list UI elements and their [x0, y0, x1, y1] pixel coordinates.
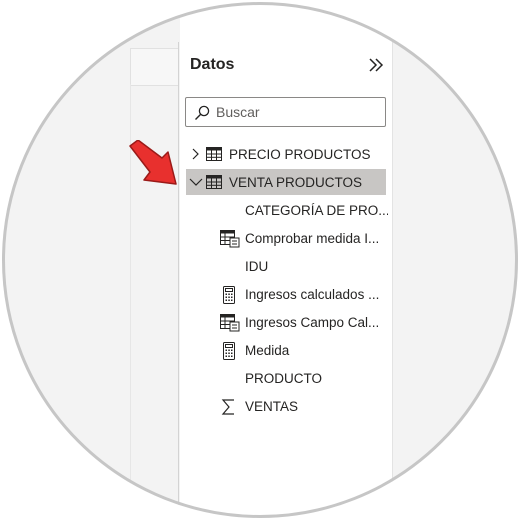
field-comprobar-medida[interactable]: Comprobar medida I... — [220, 227, 388, 251]
field-label: VENTAS — [245, 399, 299, 414]
adjacent-pane — [392, 42, 518, 518]
calculator-icon — [223, 342, 235, 360]
data-pane: Datos Buscar PRECIO PRODUCTOS VENTA PROD… — [180, 42, 392, 518]
field-label: PRODUCTO — [245, 371, 323, 386]
report-canvas — [2, 2, 180, 518]
field-label: Ingresos calculados ... — [245, 287, 380, 302]
screenshot-frame: Datos Buscar PRECIO PRODUCTOS VENTA PROD… — [2, 2, 518, 518]
search-input[interactable] — [216, 102, 381, 122]
table-precio-productos[interactable]: PRECIO PRODUCTOS — [186, 141, 386, 167]
search-icon — [195, 105, 210, 120]
table-label: VENTA PRODUCTOS — [229, 175, 363, 190]
data-pane-title: Datos — [190, 56, 235, 73]
calculated-table-icon — [220, 230, 240, 248]
table-label: PRECIO PRODUCTOS — [229, 147, 371, 162]
field-idu[interactable]: IDU — [220, 255, 388, 279]
calculator-icon — [223, 286, 235, 304]
table-icon — [206, 175, 222, 189]
double-chevron-right-icon — [369, 58, 384, 72]
table-icon — [206, 147, 222, 161]
table-venta-productos[interactable]: VENTA PRODUCTOS — [186, 169, 386, 195]
field-producto[interactable]: PRODUCTO — [220, 367, 388, 391]
field-label: Ingresos Campo Cal... — [245, 315, 380, 330]
field-label: CATEGORÍA DE PRO... — [245, 203, 388, 218]
field-label: Comprobar medida I... — [245, 231, 380, 246]
field-ingresos-campo[interactable]: Ingresos Campo Cal... — [220, 311, 388, 335]
field-ventas[interactable]: VENTAS — [220, 395, 388, 419]
search-box[interactable] — [185, 97, 386, 127]
field-label: IDU — [245, 259, 269, 274]
pane-divider — [178, 42, 179, 518]
calculated-table-icon — [220, 314, 240, 332]
field-label: Medida — [245, 343, 290, 358]
canvas-visual-placeholder — [130, 48, 179, 86]
red-arrow-icon — [129, 140, 177, 185]
field-ingresos-calculados[interactable]: Ingresos calculados ... — [220, 283, 388, 307]
chevron-right-icon[interactable] — [189, 148, 201, 160]
chevron-down-icon[interactable] — [189, 176, 203, 188]
collapse-pane-button[interactable] — [366, 54, 386, 76]
field-categoria[interactable]: CATEGORÍA DE PRO... — [220, 199, 388, 223]
sigma-icon — [221, 399, 234, 415]
field-medida[interactable]: Medida — [220, 339, 388, 363]
